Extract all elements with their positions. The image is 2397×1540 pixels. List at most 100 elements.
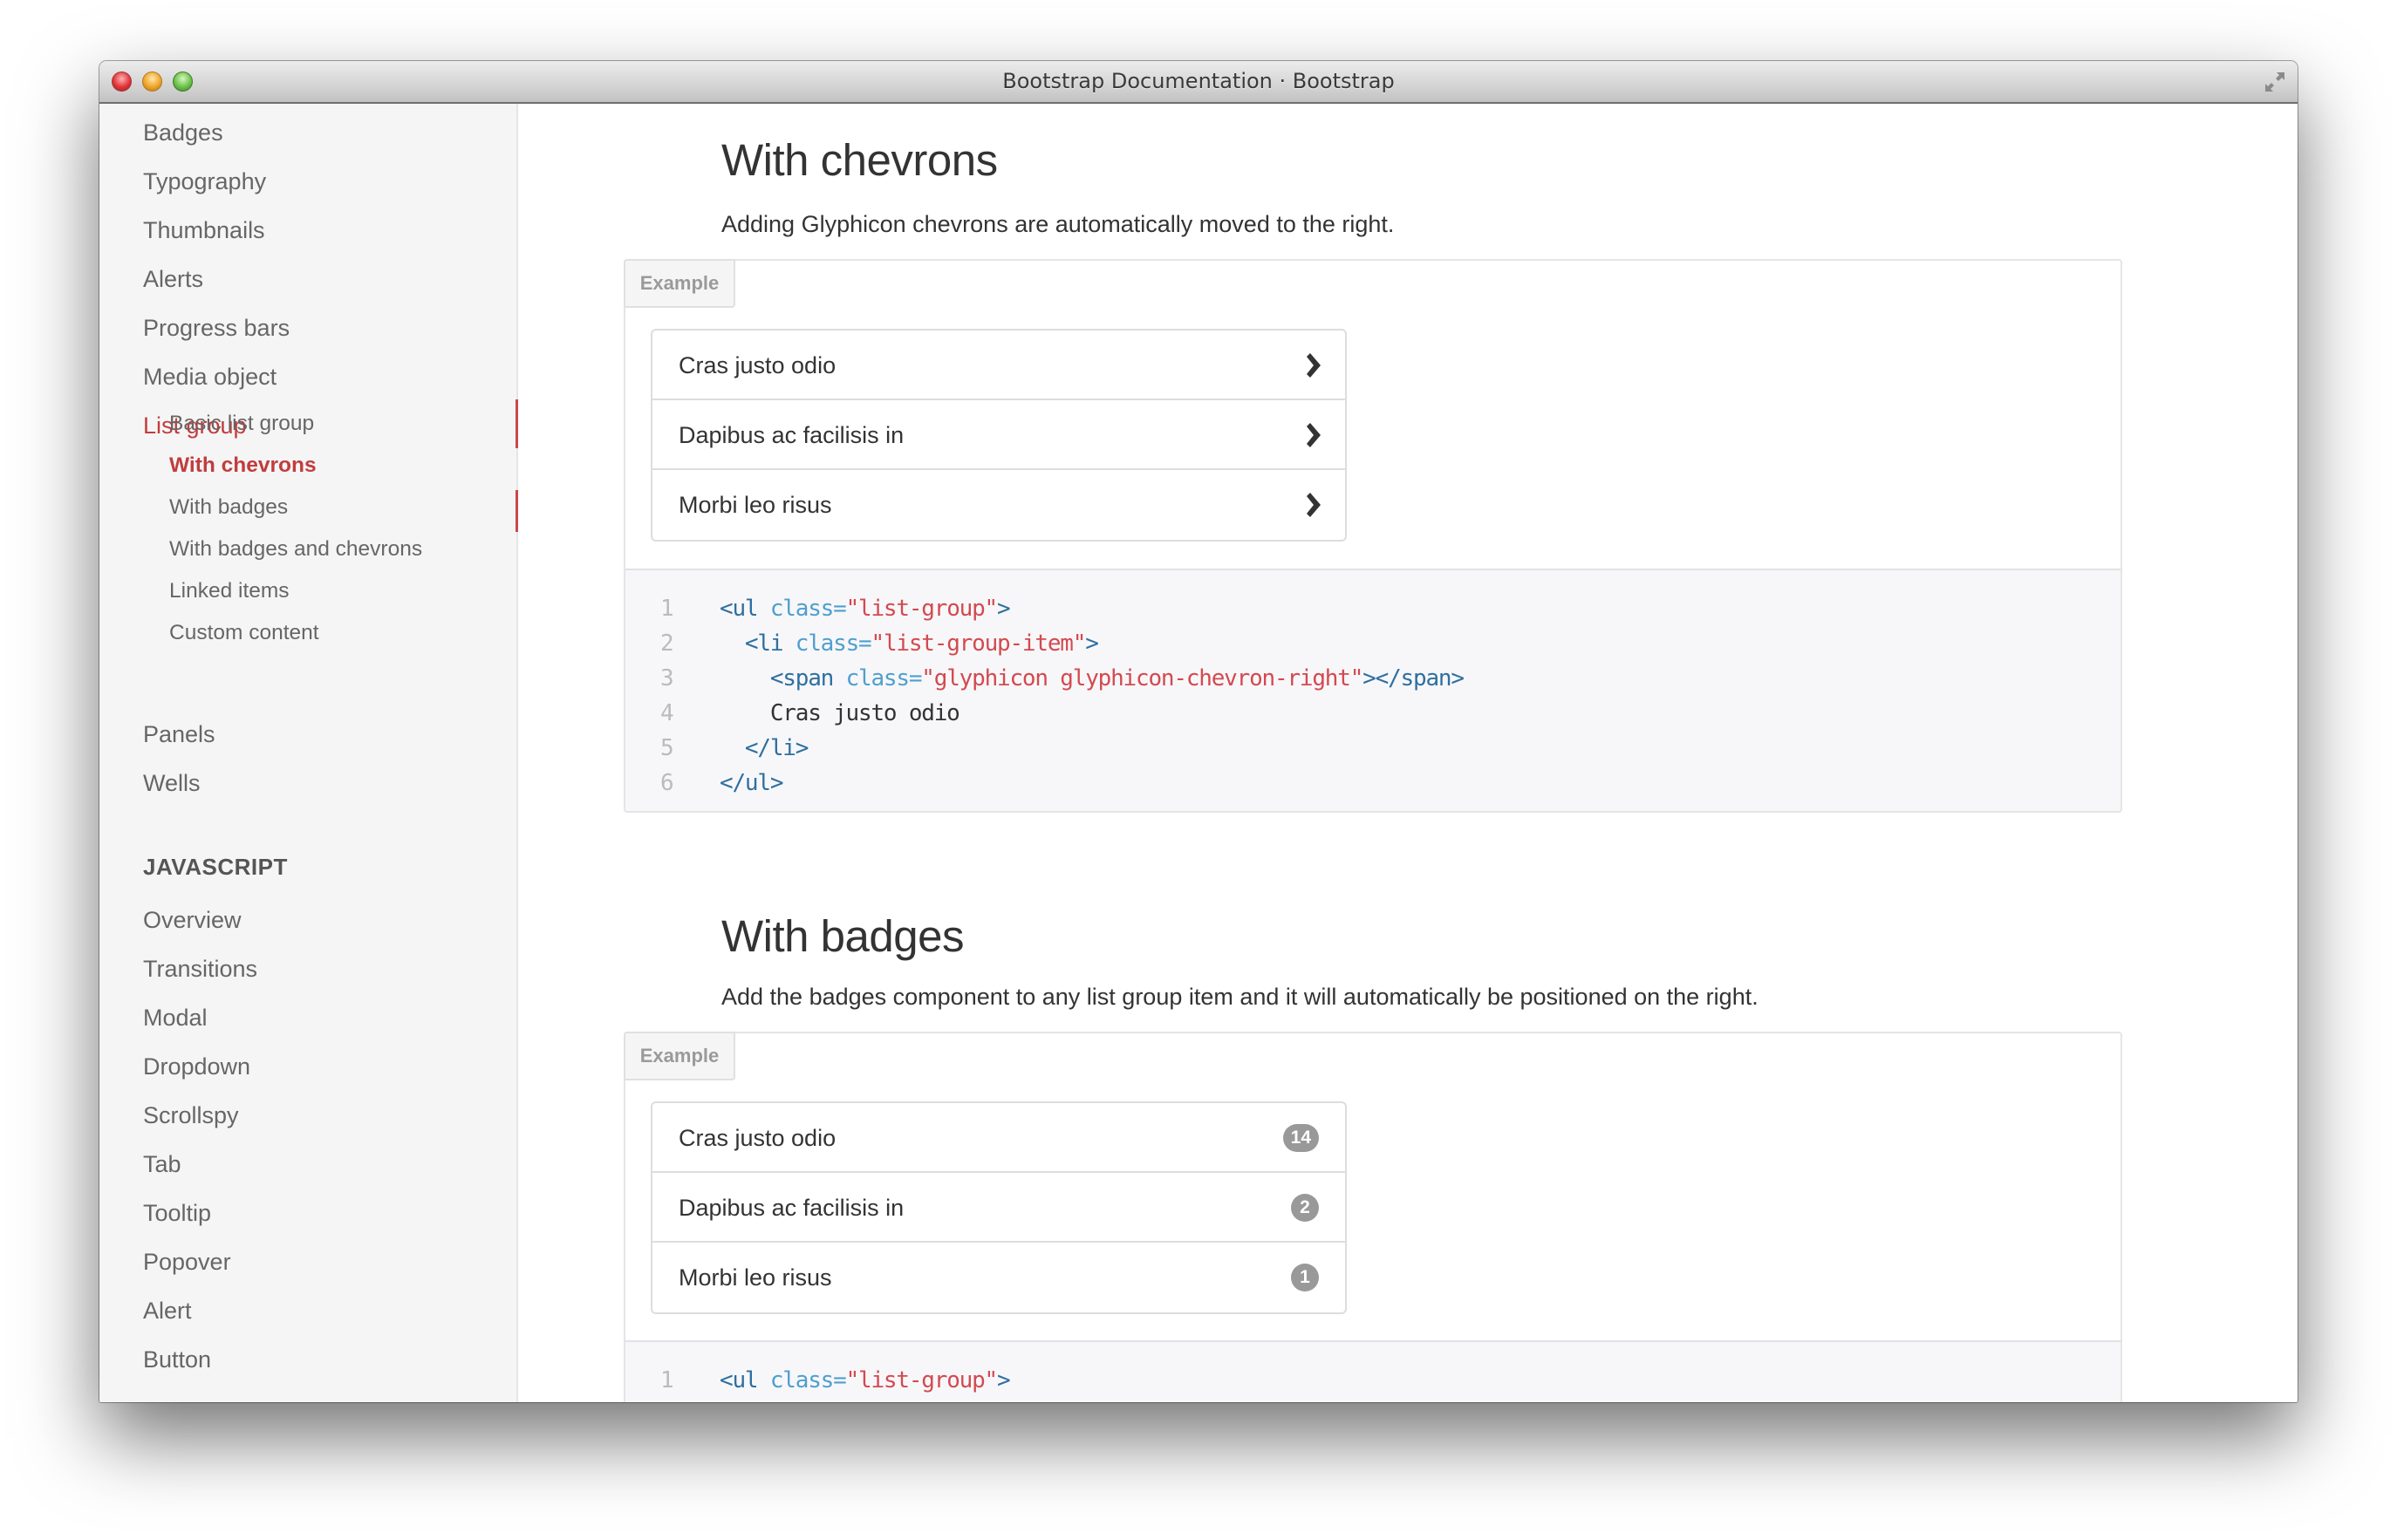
count-badge: 2 — [1291, 1194, 1319, 1222]
code-token-attr: class= — [795, 630, 872, 657]
sidebar-item-scrollspy[interactable]: Scrollspy — [143, 1102, 239, 1129]
line-number: 1 — [660, 1367, 674, 1393]
code-token-tag: > — [997, 1367, 1011, 1393]
code-text: <li class="list-group-item"> — [720, 1398, 1098, 1402]
list-group-item[interactable]: Morbi leo risus — [652, 470, 1345, 540]
code-text: <ul class="list-group"> — [720, 1363, 1011, 1398]
sidebar-item-tooltip[interactable]: Tooltip — [143, 1200, 211, 1227]
sidebar-item-alerts[interactable]: Alerts — [143, 266, 203, 293]
section-description: Adding Glyphicon chevrons are automatica… — [721, 211, 1395, 237]
example-label: Example — [624, 259, 735, 308]
code-snippet[interactable]: 1<ul class="list-group">2 <li class="lis… — [624, 569, 2122, 813]
list-item-text: Dapibus ac facilisis in — [679, 1195, 905, 1221]
list-item-text: Morbi leo risus — [679, 1264, 832, 1291]
chevron-right-icon — [1307, 493, 1321, 517]
sidebar-item-transitions[interactable]: Transitions — [143, 956, 257, 983]
count-badge: 1 — [1291, 1264, 1319, 1291]
code-token-tag: > — [997, 596, 1011, 622]
list-item-text: Cras justo odio — [679, 1125, 837, 1151]
sidebar-item-popover[interactable]: Popover — [143, 1249, 231, 1276]
sidebar-section-heading: JAVASCRIPT — [143, 854, 288, 880]
sidebar-item-dropdown[interactable]: Dropdown — [143, 1053, 250, 1080]
code-text: </ul> — [720, 766, 783, 801]
line-number: 3 — [660, 665, 674, 692]
code-token-attr: class= — [845, 665, 923, 692]
line-number: 2 — [660, 630, 674, 657]
list-group-item[interactable]: Dapibus ac facilisis in 2 — [652, 1173, 1345, 1243]
code-token-str: "glyphicon glyphicon-chevron-right" — [921, 665, 1363, 692]
list-group-badges: Cras justo odio 14 Dapibus ac facilisis … — [651, 1101, 1347, 1314]
sidebar-item-thumbnails[interactable]: Thumbnails — [143, 217, 265, 244]
code-token-tag: <li — [744, 630, 796, 657]
docs-sidebar: Badges Typography Thumbnails Alerts Progress… — [99, 104, 518, 1402]
code-token-str: "list-group" — [845, 596, 999, 622]
sidebar-item-tab[interactable]: Tab — [143, 1151, 181, 1178]
line-number: 4 — [660, 700, 674, 726]
code-token-attr: class= — [769, 1367, 847, 1393]
code-token-str: "list-group" — [845, 1367, 999, 1393]
code-text: <ul class="list-group"> — [720, 591, 1011, 626]
section-description: Add the badges component to any list gro… — [721, 984, 1758, 1010]
sidebar-item-progress-bars[interactable]: Progress bars — [143, 315, 290, 342]
code-text: </li> — [720, 731, 809, 766]
sidebar-subitem-linked-items[interactable]: Linked items — [169, 579, 290, 603]
list-group-item[interactable]: Dapibus ac facilisis in — [652, 400, 1345, 470]
list-item-text: Cras justo odio — [679, 352, 837, 378]
count-badge: 14 — [1282, 1124, 1319, 1152]
code-token-str: "list-group-item" — [871, 630, 1086, 657]
code-token-tag: > — [1085, 630, 1099, 657]
main-content: With chevrons Adding Glyphicon chevrons … — [518, 104, 2298, 1402]
line-number: 5 — [660, 735, 674, 761]
list-item-text: Morbi leo risus — [679, 492, 832, 518]
code-snippet[interactable]: 1<ul class="list-group">2 <li class="lis… — [624, 1340, 2122, 1402]
sidebar-subitem-with-badges[interactable]: With badges — [169, 495, 288, 520]
sidebar-subitem-with-badges-and-chevrons[interactable]: With badges and chevrons — [169, 537, 422, 562]
code-token-tag: <ul — [720, 1367, 770, 1393]
list-group-item[interactable]: Morbi leo risus 1 — [652, 1243, 1345, 1312]
chevron-right-icon — [1307, 423, 1321, 447]
example-box: Example Cras justo odio Dapibus ac facil… — [624, 259, 2122, 570]
line-number: 2 — [660, 1398, 686, 1402]
sidebar-item-alert[interactable]: Alert — [143, 1298, 192, 1325]
sidebar-item-panels[interactable]: Panels — [143, 721, 215, 748]
sidebar-item-overview[interactable]: Overview — [143, 907, 242, 934]
sidebar-subitem-basic-list-group[interactable]: Basic list group — [169, 412, 314, 436]
sidebar-subitem-custom-content[interactable]: Custom content — [169, 621, 319, 645]
section-title-with-badges: With badges — [721, 911, 965, 961]
list-group-chevrons: Cras justo odio Dapibus ac facilisis in … — [651, 329, 1347, 542]
code-text: Cras justo odio — [720, 696, 960, 731]
chevron-right-icon — [1307, 353, 1321, 378]
sidebar-item-button[interactable]: Button — [143, 1346, 211, 1373]
sidebar-item-media-object[interactable]: Media object — [143, 364, 277, 391]
list-group-item[interactable]: Cras justo odio — [652, 330, 1345, 400]
sidebar-item-wells[interactable]: Wells — [143, 770, 201, 797]
code-token-tag: <ul — [720, 596, 770, 622]
code-token-tag: </li> — [744, 735, 809, 761]
code-token-txt: Cras justo odio — [769, 700, 960, 726]
sidebar-item-badges[interactable]: Badges — [143, 119, 223, 147]
example-box: Example Cras justo odio 14 Dapibus ac fa… — [624, 1032, 2122, 1342]
example-label: Example — [624, 1032, 735, 1080]
code-token-tag: <span — [769, 665, 846, 692]
code-text: <span class="glyphicon glyphicon-chevron… — [720, 661, 1465, 696]
code-text: <li class="list-group-item"> — [720, 626, 1099, 661]
sidebar-item-typography[interactable]: Typography — [143, 168, 266, 195]
list-group-item[interactable]: Cras justo odio 14 — [652, 1103, 1345, 1173]
browser-window: Bootstrap Documentation · Bootstrap Badg… — [99, 61, 2298, 1402]
code-token-tag: </ul> — [720, 770, 783, 796]
sidebar-item-modal[interactable]: Modal — [143, 1005, 208, 1032]
line-number: 6 — [660, 770, 674, 796]
code-token-tag: ></span> — [1362, 665, 1465, 692]
section-title-with-chevrons: With chevrons — [721, 135, 998, 185]
sidebar-subitem-with-chevrons[interactable]: With chevrons — [169, 453, 317, 478]
title-bar[interactable]: Bootstrap Documentation · Bootstrap — [99, 61, 2298, 104]
line-number: 1 — [660, 596, 674, 622]
code-token-attr: class= — [769, 596, 847, 622]
fullscreen-icon[interactable] — [2263, 70, 2287, 94]
list-item-text: Dapibus ac facilisis in — [679, 422, 905, 448]
window-title: Bootstrap Documentation · Bootstrap — [1002, 69, 1395, 93]
